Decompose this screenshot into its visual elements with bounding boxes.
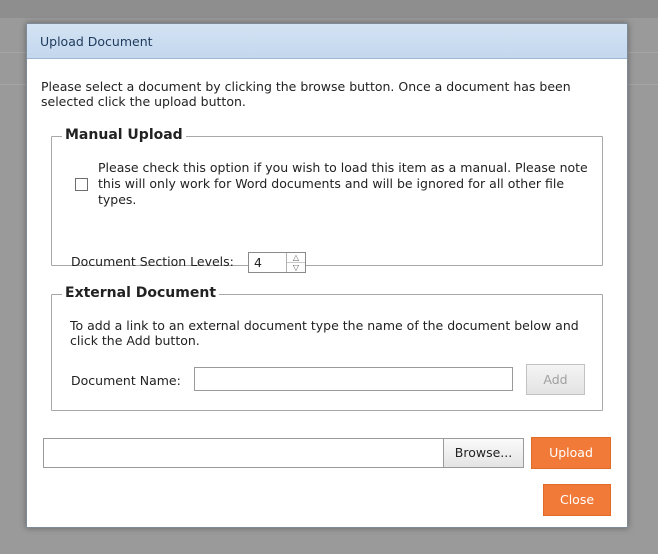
dialog-titlebar: Upload Document	[27, 24, 627, 59]
manual-upload-legend: Manual Upload	[62, 127, 186, 143]
external-document-legend: External Document	[62, 285, 220, 301]
dialog-instructions: Please select a document by clicking the…	[41, 79, 571, 109]
add-button[interactable]: Add	[526, 364, 585, 395]
chevron-up-icon[interactable]: △	[287, 253, 305, 263]
document-name-label: Document Name:	[71, 373, 181, 388]
manual-upload-description: Please check this option if you wish to …	[98, 160, 588, 207]
background-header	[0, 0, 658, 18]
close-button[interactable]: Close	[543, 484, 611, 516]
stepper-buttons: △ ▽	[286, 253, 305, 272]
section-levels-value[interactable]: 4	[254, 255, 262, 270]
external-document-group: External Document To add a link to an ex…	[51, 285, 603, 411]
upload-button[interactable]: Upload	[531, 437, 611, 469]
manual-upload-checkbox[interactable]	[75, 178, 88, 191]
manual-upload-group: Manual Upload Please check this option i…	[51, 127, 603, 273]
browse-button[interactable]: Browse...	[443, 438, 524, 468]
dialog-title: Upload Document	[40, 34, 153, 49]
document-name-input[interactable]	[194, 367, 513, 391]
section-levels-stepper[interactable]: 4 △ ▽	[248, 252, 306, 273]
section-levels-label: Document Section Levels:	[71, 254, 234, 269]
upload-document-dialog: Upload Document Please select a document…	[26, 23, 628, 528]
chevron-down-icon[interactable]: ▽	[287, 263, 305, 272]
external-document-description: To add a link to an external document ty…	[70, 318, 579, 348]
file-path-input[interactable]	[43, 438, 443, 468]
